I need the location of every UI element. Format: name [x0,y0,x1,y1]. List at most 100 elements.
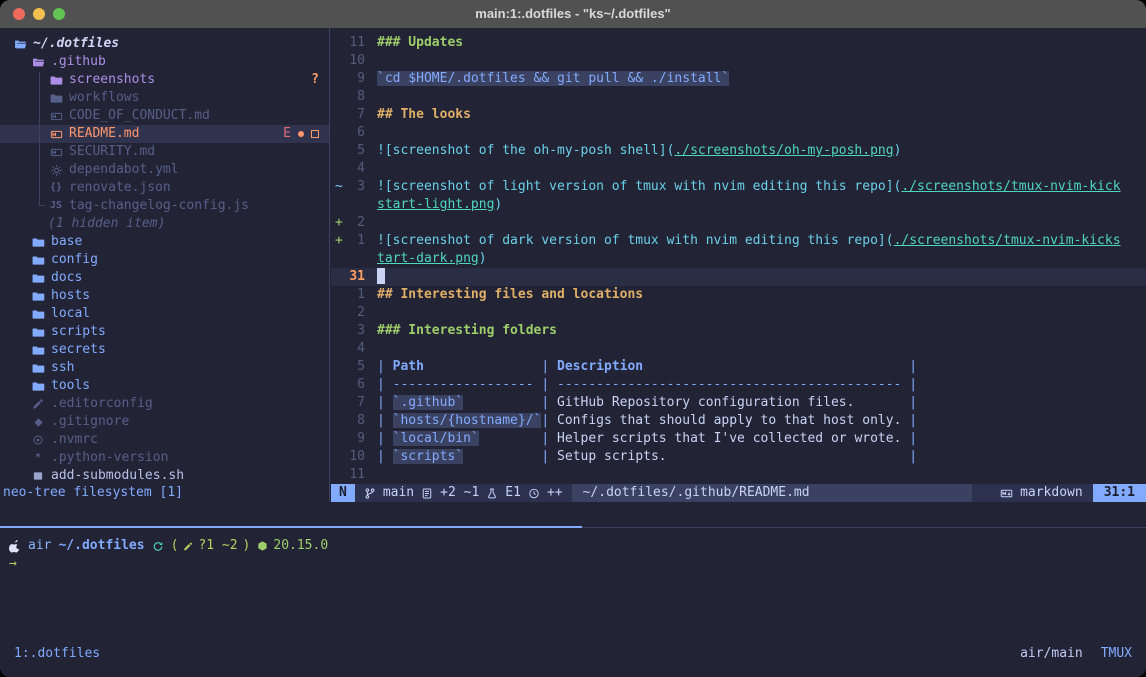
editor-pane: 11### Updates109`cd $HOME/.dotfiles && g… [331,28,1146,502]
editor-line[interactable]: 6| ------------------ | ----------------… [331,376,1146,394]
text-segment: `cd $HOME/.dotfiles && git pull && ./ins… [377,71,729,86]
gutter-sign [331,286,345,304]
pane-divider[interactable] [582,527,1146,528]
tree-item--.dotfiles[interactable]: ~/.dotfiles [0,35,329,53]
tree-item--1-hidden-item-[interactable]: (1 hidden item) [0,215,329,233]
editor-line[interactable]: 4 [331,160,1146,178]
tree-item-secrets[interactable]: secrets [0,341,329,359]
line-text: ### Interesting folders [377,322,557,340]
folder-icon [30,308,46,321]
tree-item-screenshots[interactable]: screenshots? [0,71,329,89]
text-segment: | [901,395,917,410]
tree-item-hosts[interactable]: hosts [0,287,329,305]
folder-icon [48,92,64,105]
editor-line[interactable]: ~3![screenshot of light version of tmux … [331,178,1146,196]
editor-line[interactable]: 11### Updates [331,34,1146,52]
gutter-sign [331,160,345,178]
gear-icon [48,164,64,177]
folder-icon [48,74,64,87]
text-segment: `hosts/{hostname}/` [393,413,542,428]
terminal-window: main:1:.dotfiles - "ks~/.dotfiles" ~/.do… [0,0,1146,677]
tree-item-tools[interactable]: tools [0,377,329,395]
text-segment [463,449,541,464]
text-segment: | [541,413,557,428]
shell-input-line[interactable]: → [9,555,328,573]
tree-item-base[interactable]: base [0,233,329,251]
gutter-sign [331,268,345,286]
tree-item-label: ~/.dotfiles [33,35,119,53]
pane-divider-active[interactable] [0,526,582,528]
editor-line[interactable]: 7## The looks [331,106,1146,124]
tree-item-label: base [51,233,82,251]
clock-icon [528,487,540,500]
tree-item-label: add-submodules.sh [51,467,184,485]
editor-line[interactable]: 10| `scripts` | Setup scripts. | [331,448,1146,466]
close-button[interactable] [13,8,25,20]
editor-line[interactable]: 9| `local/bin` | Helper scripts that I'v… [331,430,1146,448]
text-segment [643,359,901,374]
tree-item-.gitignore[interactable]: .gitignore [0,413,329,431]
editor-line[interactable]: 7| `.github` | GitHub Repository configu… [331,394,1146,412]
line-text: ### Updates [377,34,463,52]
text-segment: | [901,431,917,446]
editor-line[interactable]: 8 [331,88,1146,106]
tree-item-config[interactable]: config [0,251,329,269]
tree-item-docs[interactable]: docs [0,269,329,287]
tree-item-code-of-conduct.md[interactable]: CODE_OF_CONDUCT.md [0,107,329,125]
editor-line[interactable]: 31 [331,268,1146,286]
editor-line[interactable]: 8| `hosts/{hostname}/`| Configs that sho… [331,412,1146,430]
tree-item-.github[interactable]: .github [0,53,329,71]
editor-line[interactable]: +2 [331,214,1146,232]
editor-line[interactable]: tart-dark.png) [331,250,1146,268]
zoom-button[interactable] [53,8,65,20]
tmux-window-name[interactable]: 1:.dotfiles [14,645,100,663]
tree-item-tag-changelog-config.js[interactable]: JStag-changelog-config.js [0,197,329,215]
gutter-sign [331,322,345,340]
tree-item-label: .editorconfig [51,395,153,413]
tree-item-workflows[interactable]: workflows [0,89,329,107]
tree-item-badges: ? [311,71,319,89]
editor-line[interactable]: 2 [331,304,1146,322]
tree-item-label: ssh [51,359,74,377]
tree-item-add-submodules.sh[interactable]: add-submodules.sh [0,467,329,485]
tree-item-.nvmrc[interactable]: .nvmrc [0,431,329,449]
tree-item-.python-version[interactable]: *.python-version [0,449,329,467]
gutter-sign [331,394,345,412]
cursor-position: 31:1 [1093,484,1146,502]
editor-line[interactable]: 5![screenshot of the oh-my-posh shell](.… [331,142,1146,160]
minimize-button[interactable] [33,8,45,20]
tree-item-scripts[interactable]: scripts [0,323,329,341]
editor-line[interactable]: 1## Interesting files and locations [331,286,1146,304]
editor-line[interactable]: start-light.png) [331,196,1146,214]
text-segment: Path [393,359,424,374]
tree-item-renovate.json[interactable]: {}renovate.json [0,179,329,197]
line-text [377,268,385,286]
editor-line[interactable]: 6 [331,124,1146,142]
tree-item-label: renovate.json [69,179,171,197]
tree-item-ssh[interactable]: ssh [0,359,329,377]
window-controls [13,0,65,28]
gutter-sign [331,88,345,106]
editor-line[interactable]: 9`cd $HOME/.dotfiles && git pull && ./in… [331,70,1146,88]
folder-icon [30,254,46,267]
shell-prompt-line: air ~/.dotfiles ( ?1 ~2 ) [9,537,328,555]
diagnostics-count: E1 [505,484,521,502]
shell-pane: air ~/.dotfiles ( ?1 ~2 ) [9,537,328,573]
line-number: 4 [345,160,365,178]
tree-item-readme.md[interactable]: README.mdE [0,125,329,143]
gutter-sign [331,34,345,52]
tree-item-local[interactable]: local [0,305,329,323]
editor-line[interactable]: 5| Path | Description | [331,358,1146,376]
tree-item-security.md[interactable]: SECURITY.md [0,143,329,161]
editor-line[interactable]: 10 [331,52,1146,70]
editor-line[interactable]: +1![screenshot of dark version of tmux w… [331,232,1146,250]
neotree-list: ~/.dotfiles.githubscreenshots?workflowsC… [0,28,329,485]
gutter-sign: + [331,232,345,250]
tree-item-.editorconfig[interactable]: .editorconfig [0,395,329,413]
editor-line[interactable]: 4 [331,340,1146,358]
tree-item-dependabot.yml[interactable]: dependabot.yml [0,161,329,179]
gutter-sign [331,70,345,88]
editor-line[interactable]: 11 [331,466,1146,484]
editor-line[interactable]: 3### Interesting folders [331,322,1146,340]
tree-item-label: config [51,251,98,269]
